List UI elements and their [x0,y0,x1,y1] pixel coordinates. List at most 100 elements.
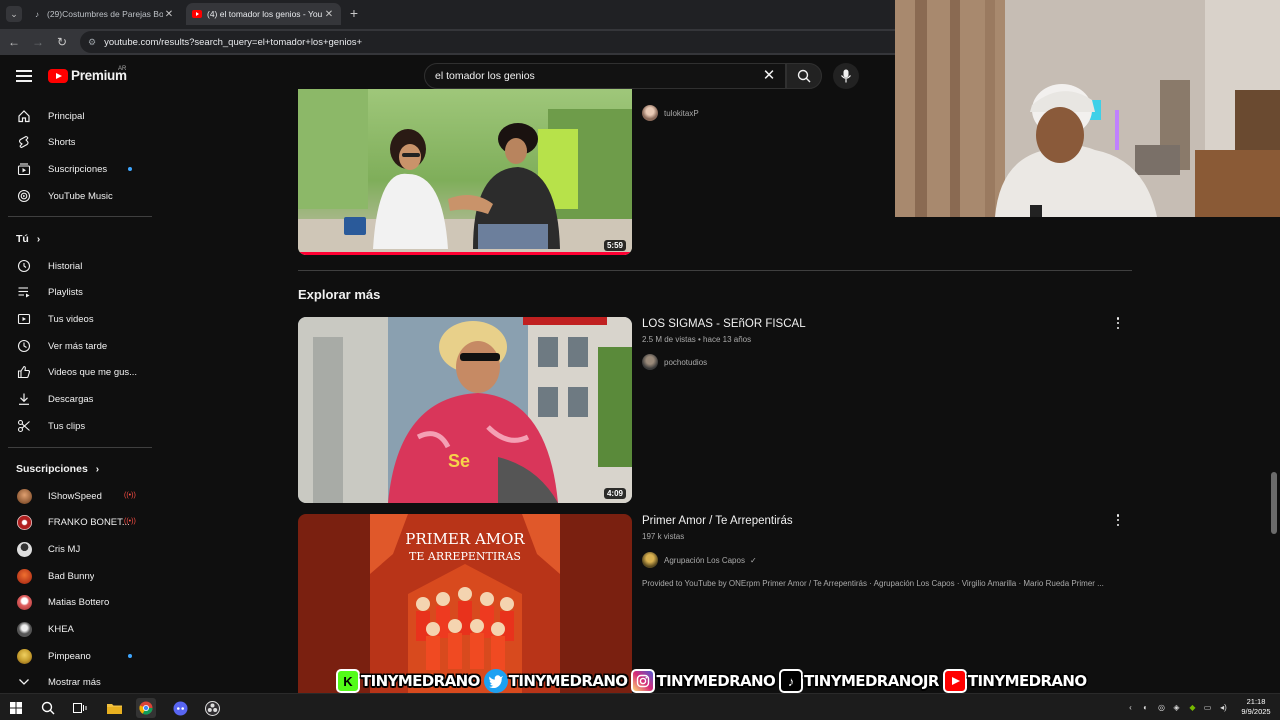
channel-avatar [642,552,658,568]
channel-name: Agrupación Los Capos [664,555,745,565]
video-duration: 4:09 [603,488,626,499]
webcam-overlay [895,0,1280,217]
sidebar-item-label: YouTube Music [48,190,113,202]
tray-expand-icon[interactable]: ‹ [1125,702,1136,713]
tab-close-icon[interactable]: ✕ [323,9,335,20]
task-view-icon[interactable] [70,698,90,718]
sidebar-item-playlists[interactable]: Playlists [0,279,150,305]
volume-tray-icon[interactable]: ◂) [1218,702,1229,713]
social-youtube: TINYMEDRANO [942,669,1087,693]
browser-tab-1[interactable]: ♪ (29)Costumbres de Parejas Boli ✕ [26,3,181,25]
obs-taskbar-icon[interactable] [202,698,222,718]
clear-search-icon[interactable]: ✕ [760,67,778,85]
sidebar-item-tus-clips[interactable]: Tus clips [0,413,150,439]
sidebar-channel-cris-mj[interactable]: Cris MJ [0,536,150,562]
channel-avatar [16,648,32,664]
reload-icon[interactable]: ↻ [54,34,70,50]
site-info-icon[interactable]: ⚙ [88,37,96,48]
taskbar-search-icon[interactable] [38,698,58,718]
youtube-premium-logo[interactable]: Premium AR [48,66,127,83]
sidebar-divider [8,216,152,217]
sidebar-item-label: Tus clips [48,420,86,432]
sidebar-item-label: Shorts [48,136,76,148]
chevron-right-icon: › [95,463,100,475]
live-icon: ((•)) [124,518,136,525]
sidebar-channel-khea[interactable]: KHEA [0,616,150,642]
sidebar-show-more[interactable]: Mostrar más [0,669,150,695]
channel-link[interactable]: pochotudios [642,354,707,370]
sidebar-item-youtube-music[interactable]: YouTube Music [0,183,150,209]
live-icon: ((•)) [124,492,136,499]
new-tab-button[interactable]: + [346,5,362,21]
network-tray-icon[interactable]: ▭ [1202,702,1213,713]
browser-tab-2[interactable]: (4) el tomador los genios - You ✕ [186,3,341,25]
forward-arrow-icon[interactable]: → [30,34,46,50]
address-bar[interactable]: ⚙ youtube.com/results?search_query=el+to… [80,31,910,53]
download-icon [0,392,48,406]
video-metadata: 197 k vistas [642,532,685,541]
social-handle: TINYMEDRANO [361,672,480,690]
discord-taskbar-icon[interactable] [170,698,190,718]
sidebar-subscriptions-heading[interactable]: Suscripciones › [16,463,99,475]
social-handle: TINYMEDRANO [656,672,776,690]
search-button[interactable] [786,63,822,89]
page-scrollbar[interactable] [1271,472,1277,534]
country-code: AR [118,66,127,72]
sidebar-channel-ishowspeed[interactable]: IShowSpeed ((•)) [0,483,150,509]
chevron-right-icon: › [36,233,41,245]
more-actions-icon[interactable] [1113,513,1123,527]
new-content-dot [128,167,132,171]
more-actions-icon[interactable] [1113,316,1123,330]
sidebar-item-historial[interactable]: Historial [0,253,150,279]
steam-tray-icon[interactable]: ◎ [1156,702,1167,713]
system-clock[interactable]: 21:18 9/9/2025 [1236,697,1276,717]
sidebar-item-shorts[interactable]: Shorts [0,129,150,155]
video-title[interactable]: LOS SIGMAS - SEñOR FISCAL [642,318,806,330]
thumbnail-image: Se [298,317,632,503]
sidebar-channel-bad-bunny[interactable]: Bad Bunny [0,563,150,589]
sidebar-item-ver-mas-tarde[interactable]: Ver más tarde [0,333,150,359]
sidebar-item-liked-videos[interactable]: Videos que me gus... [0,359,150,385]
sidebar-item-label: Ver más tarde [48,340,108,352]
sidebar-item-principal[interactable]: Principal [0,103,150,129]
search-value: el tomador los genios [435,70,535,82]
video-title[interactable]: Primer Amor / Te Arrepentirás [642,515,793,527]
channel-avatar [16,594,32,610]
sidebar-item-label: Videos que me gus... [48,366,138,378]
video-thumbnail[interactable]: 5:59 [298,89,632,255]
video-duration: 5:59 [603,240,626,251]
sidebar-item-suscripciones[interactable]: Suscripciones [0,156,150,182]
sidebar-channel-pimpeano[interactable]: Pimpeano [0,643,150,669]
nvidia-tray-icon[interactable]: ◆ [1187,702,1198,713]
tab-close-icon[interactable]: ✕ [163,9,175,20]
sidebar-item-tus-videos[interactable]: Tus videos [0,306,150,332]
sidebar: Principal Shorts Suscripciones YouTube M… [0,97,160,693]
tab-search-chevron-icon[interactable]: ⌄ [6,6,22,22]
clips-icon [0,419,48,433]
sidebar-channel-matias-bottero[interactable]: Matias Bottero [0,589,150,615]
menu-icon[interactable] [16,70,32,82]
channel-link[interactable]: Agrupación Los Capos ✓ [642,552,757,568]
search-input[interactable]: el tomador los genios [424,63,786,89]
windows-start-icon[interactable] [6,698,26,718]
chevron-down-icon [0,678,48,686]
back-arrow-icon[interactable]: ← [6,34,22,50]
sidebar-item-label: KHEA [48,623,74,635]
social-handle: TINYMEDRANO [967,672,1087,690]
sidebar-you-heading[interactable]: Tú › [16,233,40,245]
svg-text:Se: Se [448,451,470,471]
social-twitter: TINYMEDRANO [483,669,628,693]
discord-tray-icon[interactable]: ◐ [1140,702,1151,713]
sidebar-item-label: Tus videos [48,313,94,325]
file-explorer-icon[interactable] [104,698,124,718]
sidebar-item-label: Bad Bunny [48,570,95,582]
voice-search-button[interactable] [833,63,859,89]
sidebar-channel-franko-bonet[interactable]: FRANKO BONET... ((•)) [0,509,150,535]
chrome-taskbar-icon[interactable] [136,698,156,718]
sidebar-item-descargas[interactable]: Descargas [0,386,150,412]
gpu-tray-icon[interactable]: ◈ [1171,702,1182,713]
sidebar-item-label: Historial [48,260,83,272]
channel-link[interactable]: tulokitaxP [642,105,699,121]
video-thumbnail[interactable]: Se 4:09 [298,317,632,503]
thumbnail-image [298,89,632,255]
